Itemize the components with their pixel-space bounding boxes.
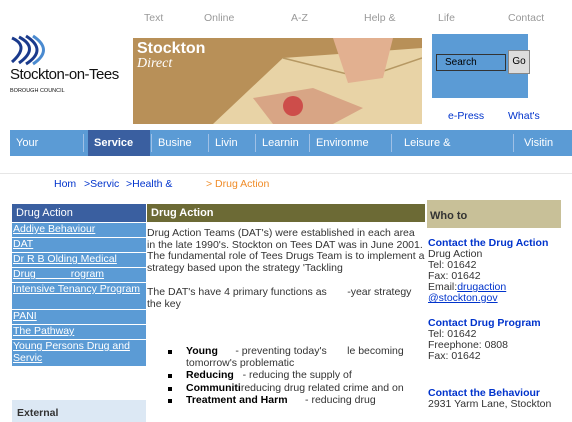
breadcrumb: Hom >Servic >Health & > Drug Action [0,173,572,196]
logo-name: Stockton-on-Tees [10,66,119,83]
who-to-contact-title: Who to [430,210,468,222]
list-item-term: Communiti [186,381,241,394]
functions-paragraph: The DAT's have 4 primary functions as -y… [147,286,415,310]
sidebar-item-intensive-tenancy[interactable]: Intensive Tenancy Program [12,283,146,309]
list-item: Treatment and Harm - reducing drug [162,394,424,407]
functions-list: Young - preventing today's le becoming t… [162,345,424,408]
sidebar: Drug Action Addiye Behaviour DAT Dr R B … [12,204,146,366]
a-z-link[interactable]: A-Z [291,12,308,24]
intro-paragraph: Drug Action Teams (DAT's) were establish… [147,227,425,274]
banner-brand: Stockton Direct [137,40,205,72]
nav-leisure[interactable]: Leisure & [392,130,512,156]
go-button[interactable]: Go [508,50,530,74]
sidebar-item-pani[interactable]: PANI [12,310,146,324]
external-links-title: External [17,407,59,419]
sidebar-title: Drug Action [12,204,146,222]
list-item-term: Young [186,345,218,357]
list-item-text: reducing drug related crime and on [240,381,404,394]
nav-environment[interactable]: Environme [310,130,390,156]
list-item-text: - reducing the supply of [233,369,352,381]
online-link[interactable]: Online [204,12,234,24]
breadcrumb-current: > Drug Action [206,178,270,190]
breadcrumb-services[interactable]: >Servic [84,178,119,190]
sidebar-item-young-persons[interactable]: Young Persons Drug and Servic [12,340,146,366]
logo-arcs-icon [10,34,45,66]
e-press-link[interactable]: e-Press [448,110,484,122]
sidebar-item-dr-olding[interactable]: Dr R B Olding Medical [12,253,146,267]
list-item-text: - reducing drug [287,394,376,406]
sidebar-item-dat[interactable]: DAT [12,238,146,252]
stockton-direct-banner: Stockton Direct [133,38,422,124]
contact-email-domain[interactable]: @stockton.gov [428,293,572,304]
banner-brand-line2: Direct [137,56,173,71]
contact-block-behaviour: Contact the Behaviour 2931 Yarm Lane, St… [428,388,572,410]
breadcrumb-home[interactable]: Hom [54,178,76,190]
page-title: Drug Action [147,204,425,222]
contact-address: 2931 Yarm Lane, Stockton [428,398,552,410]
nav-visiting[interactable]: Visitin [514,130,572,156]
external-links-panel: External [12,400,146,422]
nav-services[interactable]: Service [88,130,150,156]
help-link[interactable]: Help & [364,12,396,24]
nav-learning[interactable]: Learnin [256,130,308,156]
contact-block-drug-program: Contact Drug Program Tel: 01642 Freephon… [428,318,572,362]
life-link[interactable]: Life [438,12,455,24]
main-nav: Your Service Busine Livin Learnin Enviro… [10,130,572,156]
list-item: Reducing - reducing the supply of [162,369,424,382]
nav-separator [83,134,84,152]
main-content: Drug Action Teams (DAT's) were establish… [147,227,425,323]
list-item-term: Treatment and Harm [186,394,288,406]
nav-business[interactable]: Busine [152,130,207,156]
nav-your-council[interactable]: Your [10,130,82,156]
text-only-link[interactable]: Text [144,12,163,24]
sidebar-item-pathway[interactable]: The Pathway [12,325,146,339]
search-panel: Search Go [432,34,530,98]
logo-subtitle: BOROUGH COUNCIL [10,88,65,94]
who-to-contact-header: Who to [427,200,561,228]
list-item-text: - preventing today's le becoming tomorro… [186,345,407,369]
list-item: Young - preventing today's le becoming t… [162,345,424,369]
contact-link[interactable]: Contact [508,12,544,24]
sidebar-item-addictive-behaviour[interactable]: Addiye Behaviour [12,223,146,237]
nav-living[interactable]: Livin [209,130,254,156]
contact-fax: Fax: 01642 [428,350,481,362]
breadcrumb-health[interactable]: >Health & [126,178,172,190]
search-input[interactable]: Search [436,54,506,71]
whats-new-link[interactable]: What's [508,110,540,122]
contact-block-drug-action: Contact the Drug Action Drug Action Tel:… [428,238,572,304]
list-item-term: Reducing [186,369,234,381]
sidebar-item-drug-program[interactable]: Drug rogram [12,268,146,282]
list-item: Communitireducing drug related crime and… [162,381,424,395]
